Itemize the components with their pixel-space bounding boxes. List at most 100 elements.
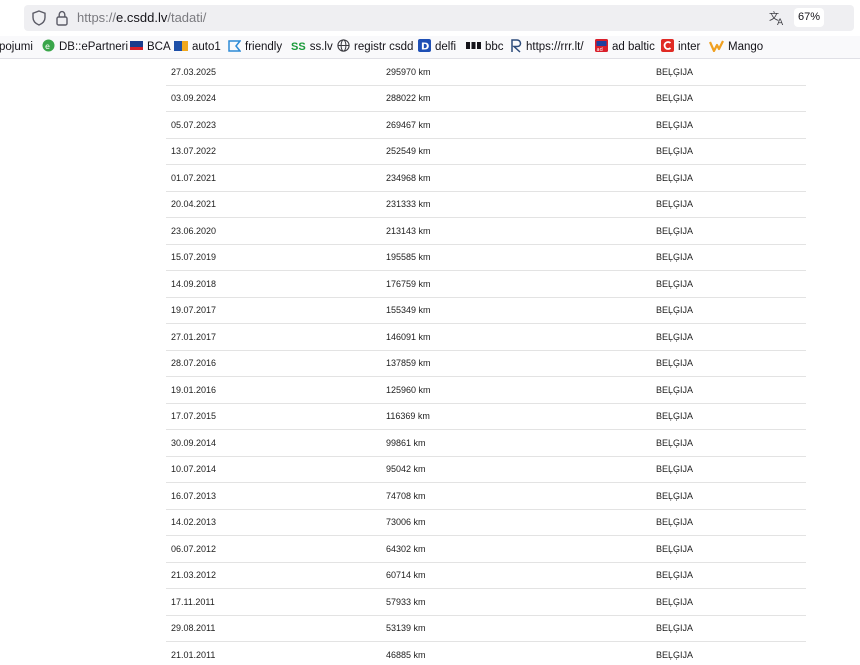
friendly-icon [228,40,241,53]
country-cell: BEĻĢIJA [651,270,806,298]
bookmark-ss-lv[interactable]: SS ss.lv [291,39,333,55]
bookmark-label: ss.lv [309,41,333,54]
bca-icon [130,41,143,51]
bookmark-rrr[interactable]: https://rrr.lt/ [510,39,584,55]
odometer-reading: 146091 km [381,323,651,351]
odometer-reading: 155349 km [381,297,651,324]
odometer-reading: 231333 km [381,191,651,218]
bookmark-label: DB::ePartneri [59,41,129,53]
inspection-date: 03.09.2024 [166,85,381,112]
auto1-icon [174,40,188,51]
bookmark-ad-baltic[interactable]: ad ad baltic [595,39,655,55]
bookmark-label: BCA [147,41,171,53]
country-cell: BEĻĢIJA [651,615,806,642]
inspection-date: 19.07.2017 [166,297,381,324]
ss-icon: SS [291,41,306,53]
svg-text:D: D [421,42,429,53]
inspection-date: 28.07.2016 [166,350,381,377]
odometer-reading: 295970 km [381,59,651,86]
url-host: e.csdd.lv [116,10,168,25]
odometer-reading: 195585 km [381,244,651,271]
country-cell: BEĻĢIJA [651,191,806,218]
inspection-date: 21.01.2011 [166,641,381,665]
bookmark-label: bbc [485,41,504,53]
odometer-reading: 53139 km [381,615,651,642]
url-text[interactable]: https://e.csdd.lv/tadati/ [77,10,206,25]
country-cell: BEĻĢIJA [651,641,806,665]
svg-text:A: A [777,18,784,27]
odometer-reading: 269467 km [381,111,651,139]
table-row: 23.06.2020 213143 km BEĻĢIJA [166,217,806,245]
table-row: 29.08.2011 53139 km BEĻĢIJA [166,615,806,642]
odometer-reading: 73006 km [381,509,651,536]
inspection-date: 27.01.2017 [166,323,381,351]
bookmark-pojumi[interactable]: pojumi [0,39,33,55]
inspection-date: 17.11.2011 [166,588,381,616]
table-row: 03.09.2024 288022 km BEĻĢIJA [166,85,806,112]
bookmark-db-epartneri[interactable]: e DB::ePartneri [42,39,128,55]
odometer-reading: 74708 km [381,482,651,510]
bookmark-delfi[interactable]: Ddelfi [418,39,456,55]
odometer-reading: 288022 km [381,85,651,112]
bookmarks-toolbar: pojumi e DB::ePartneri BCA auto1 friendly… [0,36,860,59]
table-row: 19.01.2016 125960 km BEĻĢIJA [166,376,806,404]
table-row: 17.11.2011 57933 km BEĻĢIJA [166,588,806,616]
bbc-icon [466,42,481,50]
inspection-date: 05.07.2023 [166,111,381,139]
address-bar[interactable]: https://e.csdd.lv/tadati/ 文 A 67% [24,5,854,31]
table-row: 21.01.2011 46885 km BEĻĢIJA [166,641,806,665]
country-cell: BEĻĢIJA [651,297,806,324]
bookmark-label: ad baltic [612,41,655,53]
odometer-reading: 125960 km [381,376,651,404]
bookmark-label: friendly [245,41,283,53]
bookmark-inter[interactable]: inter [661,39,700,55]
country-cell: BEĻĢIJA [651,429,806,457]
inspection-date: 29.08.2011 [166,615,381,642]
bookmark-registr-csdd[interactable]: registr csdd [337,39,413,55]
country-cell: BEĻĢIJA [651,59,806,86]
bookmark-bbc[interactable]: bbc [466,39,504,55]
inspection-date: 15.07.2019 [166,244,381,271]
url-path: /tadati/ [167,10,207,25]
db-green-icon: e [42,39,55,52]
bookmark-label: https://rrr.lt/ [526,41,584,53]
bookmark-friendly[interactable]: friendly [228,39,282,55]
country-cell: BEĻĢIJA [651,482,806,510]
country-cell: BEĻĢIJA [651,403,806,430]
table-row: 21.03.2012 60714 km BEĻĢIJA [166,562,806,589]
table-row: 27.01.2017 146091 km BEĻĢIJA [166,323,806,351]
odometer-reading: 213143 km [381,217,651,245]
table-row: 30.09.2014 99861 km BEĻĢIJA [166,429,806,457]
svg-text:ad: ad [597,47,603,52]
lock-icon[interactable] [56,10,68,26]
odometer-reading: 99861 km [381,429,651,457]
delfi-icon: D [418,39,431,53]
url-prefix: https:// [77,10,117,25]
inter-icon [661,39,674,53]
odometer-reading: 46885 km [381,641,651,665]
zoom-level-button[interactable]: 67% [794,8,824,27]
country-cell: BEĻĢIJA [651,588,806,616]
table-row: 27.03.2025 295970 km BEĻĢIJA [166,59,806,86]
country-cell: BEĻĢIJA [651,456,806,483]
table-row: 15.07.2019 195585 km BEĻĢIJA [166,244,806,271]
shield-icon[interactable] [32,10,46,26]
bookmark-bca[interactable]: BCA [130,39,171,55]
odometer-reading: 60714 km [381,562,651,589]
inspection-date: 06.07.2012 [166,535,381,563]
inspection-date: 10.07.2014 [166,456,381,483]
bookmark-label: auto1 [192,41,221,53]
table-row: 14.09.2018 176759 km BEĻĢIJA [166,270,806,298]
bookmark-label: Mango [728,41,764,53]
country-cell: BEĻĢIJA [651,350,806,377]
translate-icon[interactable]: 文 A [768,9,786,27]
country-cell: BEĻĢIJA [651,111,806,139]
country-cell: BEĻĢIJA [651,217,806,245]
odometer-reading: 95042 km [381,456,651,483]
bookmark-auto1[interactable]: auto1 [174,39,221,55]
country-cell: BEĻĢIJA [651,138,806,165]
country-cell: BEĻĢIJA [651,244,806,271]
odometer-reading: 176759 km [381,270,651,298]
mango-icon [709,40,724,52]
bookmark-mango[interactable]: Mango [709,39,763,55]
